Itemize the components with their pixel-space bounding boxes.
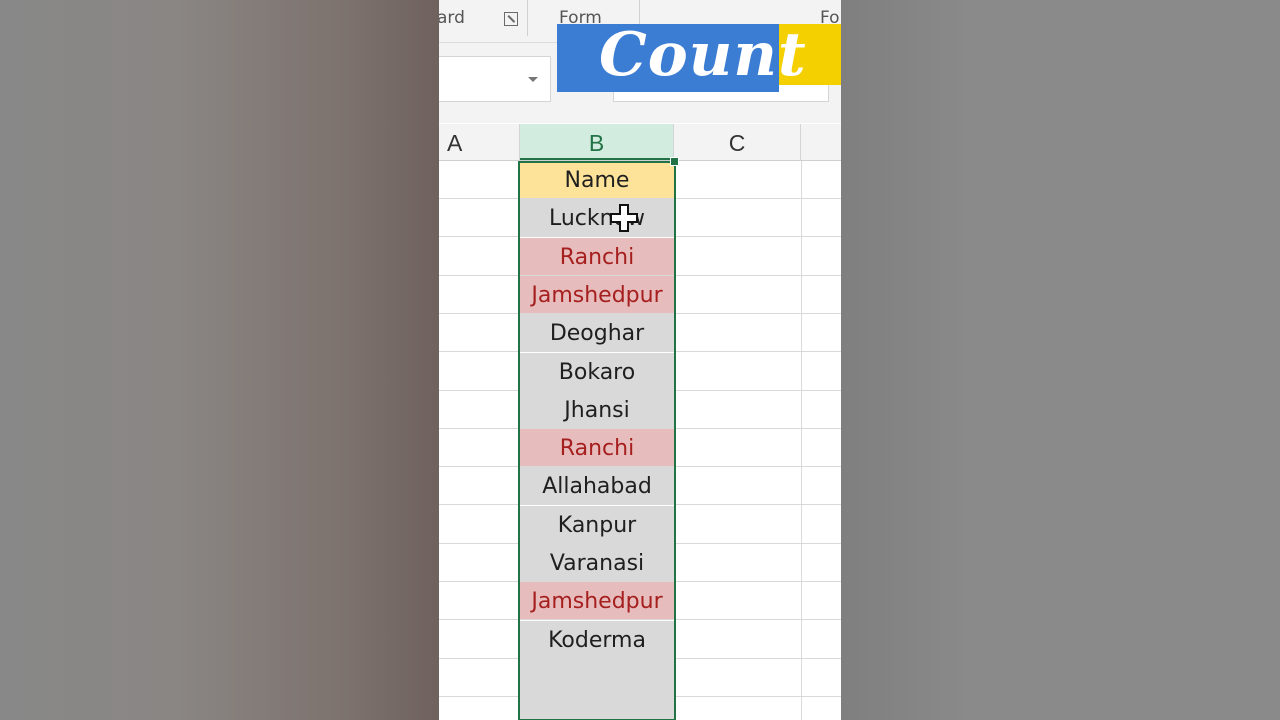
column-header-b[interactable]: B — [520, 124, 674, 160]
cell-b14[interactable] — [520, 658, 674, 696]
cell-b15[interactable] — [520, 697, 674, 720]
ribbon-group-clipboard-label: ard — [439, 8, 465, 28]
cell-b12[interactable]: Jamshedpur — [520, 582, 674, 620]
table-row: Jamshedpur — [439, 275, 841, 314]
fill-handle[interactable] — [670, 157, 679, 166]
name-box[interactable] — [439, 56, 551, 102]
table-row — [439, 697, 841, 720]
table-row: Allahabad — [439, 467, 841, 506]
cell-b6[interactable]: Bokaro — [520, 352, 674, 390]
table-row: Jhansi — [439, 390, 841, 429]
table-row: Deoghar — [439, 314, 841, 353]
cell-b10[interactable]: Kanpur — [520, 505, 674, 543]
cell-b1[interactable]: Name — [520, 161, 674, 198]
cell-b8[interactable]: Ranchi — [520, 429, 674, 467]
cell-b13[interactable]: Koderma — [520, 620, 674, 658]
cell-b11[interactable]: Varanasi — [520, 544, 674, 581]
column-header-c[interactable]: C — [674, 124, 801, 160]
video-title-overlay: Count — [557, 20, 841, 92]
cell-b2[interactable]: Lucknow — [520, 199, 674, 237]
cell-b9[interactable]: Allahabad — [520, 467, 674, 505]
table-row — [439, 658, 841, 697]
table-row: Varanasi — [439, 544, 841, 582]
column-headers: A B C — [439, 124, 841, 161]
cell-grid[interactable]: Name Lucknow Ranchi Jamshedpur Deoghar Bokaro… — [439, 161, 841, 720]
cell-b5[interactable]: Deoghar — [520, 314, 674, 352]
column-header-a[interactable]: A — [439, 124, 520, 160]
table-row: Bokaro — [439, 352, 841, 391]
column-header-d[interactable] — [801, 124, 841, 160]
spreadsheet-window: ard Form Fo Count A B C Name Lucknow Ranch… — [439, 0, 841, 720]
blurred-background-right — [841, 0, 1280, 720]
table-row: Ranchi — [439, 237, 841, 276]
table-row: Jamshedpur — [439, 582, 841, 621]
chevron-down-icon[interactable] — [528, 77, 538, 82]
table-row: Lucknow — [439, 199, 841, 238]
cell-b7[interactable]: Jhansi — [520, 390, 674, 428]
dialog-launcher-icon[interactable] — [504, 12, 518, 26]
table-row: Ranchi — [439, 429, 841, 468]
table-row: Name — [439, 161, 841, 199]
table-row: Kanpur — [439, 505, 841, 544]
ribbon-separator — [527, 0, 528, 36]
cell-b3[interactable]: Ranchi — [520, 237, 674, 275]
plus-cursor-icon — [610, 204, 638, 232]
table-row: Koderma — [439, 620, 841, 659]
blurred-background-left — [0, 0, 439, 720]
overlay-title: Count — [599, 20, 807, 90]
cell-b4[interactable]: Jamshedpur — [520, 275, 674, 313]
